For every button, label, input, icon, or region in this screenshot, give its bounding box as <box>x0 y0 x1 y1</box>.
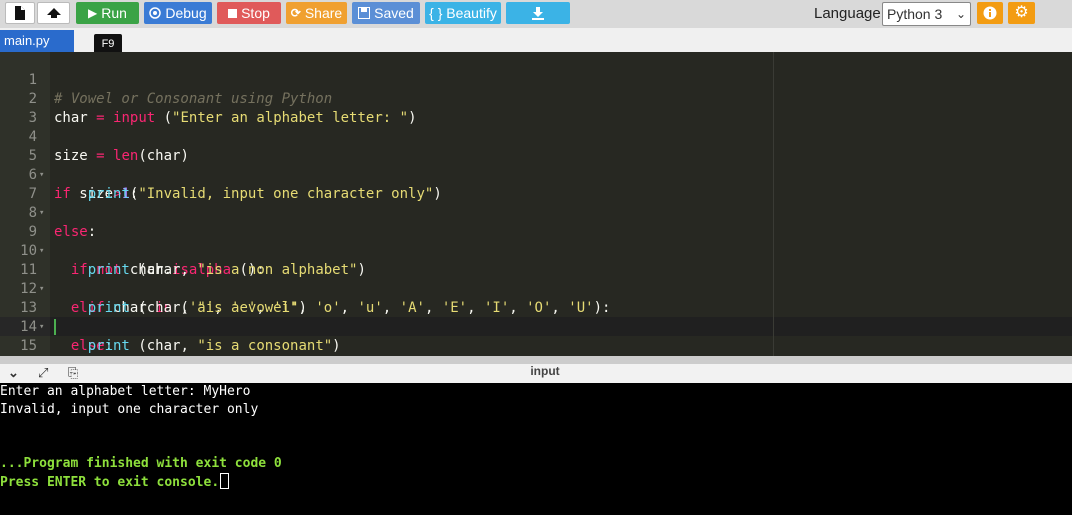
stop-icon <box>228 8 238 18</box>
stop-label: Stop <box>241 5 270 21</box>
gear-icon: ⚙ <box>1014 4 1029 21</box>
tab-main-py[interactable]: main.py <box>0 30 74 52</box>
language-label: Language <box>814 5 881 22</box>
code-text: print (char, "is a consonant") <box>87 338 341 354</box>
console-line: Enter an alphabet letter: MyHero <box>0 384 251 399</box>
code-line: 14 print (char, "is a consonant") <box>0 299 1072 354</box>
settings-button[interactable]: ⚙ <box>1008 2 1035 24</box>
code-line: 8 <box>0 185 1072 221</box>
console-line: Press ENTER to exit console. <box>0 473 230 492</box>
code-line: 10 print (char, "is a non alphabet") <box>0 223 1072 278</box>
code-editor[interactable]: 1 # Vowel or Consonant using Python 2 ch… <box>0 52 1072 356</box>
code-line: 4 size = len(char) <box>0 109 1072 164</box>
language-select[interactable]: Python 3 ⌄ <box>882 2 971 26</box>
stop-button[interactable]: Stop <box>217 2 281 24</box>
code-line: 1 # Vowel or Consonant using Python <box>0 52 1072 107</box>
play-icon: ▶ <box>88 6 98 20</box>
run-shortcut-tooltip: F9 <box>94 34 122 54</box>
new-file-icon <box>15 6 25 20</box>
code-line: 3 <box>0 90 1072 126</box>
console-title: input <box>530 364 560 378</box>
code-line: 2 char = input ("Enter an alphabet lette… <box>0 71 1072 126</box>
console-output[interactable]: Enter an alphabet letter: MyHero Invalid… <box>0 383 1072 515</box>
beautify-label: { } Beautify <box>429 5 497 21</box>
code-line: 15 <box>0 318 1072 354</box>
debug-label: Debug <box>165 5 207 21</box>
download-icon <box>532 7 544 20</box>
terminal-cursor <box>220 473 230 489</box>
toolbar: ▶ Run Debug Stop ⟳ Share Saved { } Beaut… <box>0 0 1072 28</box>
saved-label: Saved <box>374 5 414 21</box>
pane-splitter[interactable] <box>0 356 1072 364</box>
console-exit-prompt: Press ENTER to exit console. <box>0 475 220 490</box>
save-icon <box>358 7 371 19</box>
saved-button[interactable]: Saved <box>352 2 420 24</box>
chevron-down-icon: ⌄ <box>955 7 966 21</box>
upload-button[interactable] <box>37 2 70 24</box>
share-label: Share <box>304 5 343 21</box>
info-icon <box>983 6 997 20</box>
console-line: ...Program finished with exit code 0 <box>0 456 282 471</box>
language-value: Python 3 <box>887 6 943 22</box>
code-line: 12 print (char, "is a vowel") <box>0 261 1072 316</box>
info-button[interactable] <box>977 2 1003 24</box>
share-icon: ⟳ <box>290 6 301 20</box>
run-label: Run <box>101 5 127 21</box>
share-button[interactable]: ⟳ Share <box>286 2 347 24</box>
console-line: Invalid, input one character only <box>0 402 259 417</box>
code-line: 6 print("Invalid, input one character on… <box>0 147 1072 202</box>
run-button[interactable]: ▶ Run <box>76 2 139 24</box>
tab-bar <box>0 28 1072 52</box>
code-line: 7 ▾ else: <box>0 166 1072 240</box>
download-button[interactable] <box>506 2 570 24</box>
upload-icon <box>46 8 61 18</box>
code-line: 9 ▾ if not char.isalpha (): <box>0 204 1072 278</box>
bug-icon <box>149 7 162 19</box>
beautify-button[interactable]: { } Beautify <box>425 2 501 24</box>
debug-button[interactable]: Debug <box>144 2 212 24</box>
new-file-button[interactable] <box>5 2 35 24</box>
code-line: 11 ▾ elif char in ('a', 'e', 'i', 'o', '… <box>0 242 1072 316</box>
line-number: 15 <box>20 338 37 354</box>
text-cursor <box>54 319 56 335</box>
code-line: 5 ▾ if size>1: <box>0 128 1072 202</box>
code-line: 13 ▾ else: <box>0 280 1072 354</box>
